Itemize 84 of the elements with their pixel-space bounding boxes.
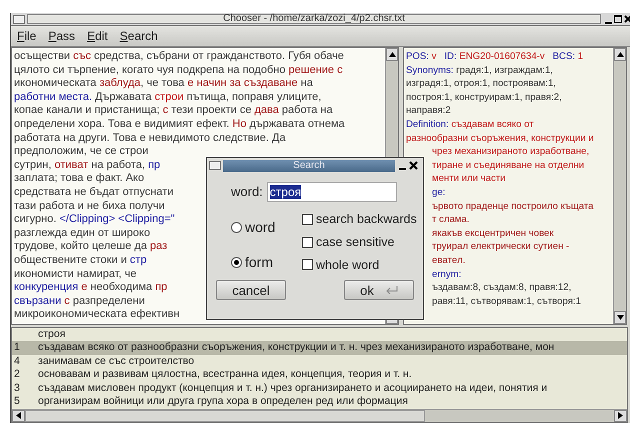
sense-number: 2 bbox=[13, 368, 21, 382]
info-line: Synonyms: градя:1, изграждам:1, bbox=[406, 64, 553, 78]
info-line: ge: bbox=[432, 186, 446, 200]
header-word: строя bbox=[37, 328, 66, 341]
text-line: копае канали и пристанища; с тези проекти се дава работа на bbox=[14, 104, 333, 118]
word-field[interactable]: строя bbox=[266, 182, 397, 202]
info-line: ървото праденце построило къщата bbox=[432, 200, 594, 214]
sense-number: 4 bbox=[13, 354, 21, 368]
text-line: предположим, че се строи bbox=[14, 145, 148, 159]
text-line: работни места. Държавата строи пътища, поправя улиците, bbox=[14, 90, 322, 104]
cancel-button[interactable]: cancel bbox=[216, 280, 286, 300]
sense-text: организирам войници или друга група хора в определен ред или формация bbox=[37, 395, 408, 408]
info-line: POS: v ID: ENG20-01607634-v BCS: 1 bbox=[406, 50, 584, 64]
info-line: равя:11, сътворявам:1, сътворя:1 bbox=[432, 294, 581, 308]
scroll-down-icon[interactable] bbox=[614, 311, 626, 324]
sense-row[interactable]: 4 занимавам се със строителство bbox=[12, 354, 627, 368]
info-line: менти или части bbox=[432, 172, 506, 186]
info-line: труирал електрически сутиен - bbox=[432, 240, 570, 254]
option-checkbox[interactable]: search backwards bbox=[302, 210, 417, 229]
window-title: Chooser - /home/zarka/zozi_4/p2.chsr.txt bbox=[223, 14, 405, 24]
text-line: сутрин, отиват на работа, пр bbox=[14, 158, 160, 172]
text-line: цялото си търпение, когато чуя подкрепа на подобно решение с bbox=[14, 64, 343, 78]
text-line: определени хора. Това е видимият ефект. Но държавата отнема bbox=[14, 118, 345, 132]
info-line: направя:2 bbox=[406, 104, 451, 118]
sense-text: занимавам се със строителство bbox=[37, 354, 194, 368]
close-icon[interactable] bbox=[624, 15, 630, 23]
text-line: разглежда един от широко bbox=[14, 226, 150, 240]
sense-number: 3 bbox=[13, 382, 21, 395]
scroll-right-icon[interactable] bbox=[614, 410, 627, 422]
menu-item[interactable]: Edit bbox=[87, 27, 108, 45]
info-line: изградя:1, отроя:1, построявам:1, bbox=[406, 77, 556, 91]
dialog-title: Search bbox=[293, 160, 325, 170]
text-line: свързани с разпределени bbox=[14, 294, 145, 308]
scroll-left-icon[interactable] bbox=[12, 410, 25, 422]
sense-row[interactable]: 1 създавам всяко от разнообразни съоръжения, конструкции и т. н. чрез механизираното изработване, мон bbox=[12, 341, 627, 354]
info-line: построя:1, конструирам:1, правя:2, bbox=[406, 90, 562, 104]
text-line: средствата не бъдат отпуснати bbox=[14, 186, 174, 200]
sense-text: създавам мисловен продукт (концепция и т. н.) чрез организирането и асоциирането на идеи, понятия и bbox=[37, 382, 548, 395]
sense-row[interactable]: 3 създавам мисловен продукт (концепция и т. н.) чрез организирането и асоциирането на идеи, понятия и bbox=[12, 382, 627, 395]
info-line: ъздавам:8, създам:8, правя:12, bbox=[432, 281, 572, 295]
mode-radio[interactable]: form bbox=[231, 252, 302, 273]
text-line: трудове, който целеше да раз bbox=[14, 240, 168, 254]
info-line: ernym: bbox=[432, 268, 462, 282]
text-line: икономисти намират, че bbox=[14, 268, 137, 282]
text-line: конкуренция е необходима пр bbox=[14, 281, 168, 295]
sense-row[interactable]: 2 основавам и развивам цялостна, всестранна идея, концепция, теория и т. н. bbox=[12, 368, 627, 382]
text-line: икономическата заблуда, че това е начин за създаване на bbox=[14, 77, 313, 91]
return-icon bbox=[386, 286, 398, 294]
sense-number: 5 bbox=[13, 395, 21, 408]
text-line: осъществи със средства, събрани от гражданството. Губя обаче bbox=[14, 50, 344, 64]
text-line: тази работа и не биха получи bbox=[14, 200, 165, 214]
text-line: заплата; това е факт. Ако bbox=[14, 172, 144, 186]
text-line: сигурно. </Clipping> <Clipping=" bbox=[14, 213, 175, 227]
sense-text: създавам всяко от разнообразни съоръжения, конструкции и т. н. чрез механизираното изработване, мон bbox=[37, 341, 554, 354]
minimize-icon[interactable] bbox=[605, 22, 612, 24]
sense-text: основавам и развивам цялостна, всестранна идея, концепция, теория и т. н. bbox=[37, 368, 412, 382]
text-line: работата на други. Това е невидимото следствие. Да bbox=[14, 132, 286, 146]
info-line: Definition: създавам всяко от bbox=[406, 118, 534, 132]
scrollbar[interactable] bbox=[613, 48, 626, 324]
info-line: т слама. bbox=[432, 213, 470, 227]
scroll-up-icon[interactable] bbox=[386, 48, 398, 61]
close-icon[interactable] bbox=[409, 161, 418, 170]
horizontal-scrollbar[interactable] bbox=[12, 408, 627, 422]
sense-number: 1 bbox=[13, 341, 21, 354]
option-checkbox[interactable]: whole word bbox=[302, 256, 417, 274]
text-line: микроикономическата ефективн bbox=[14, 308, 180, 322]
menu-item[interactable]: File bbox=[17, 27, 36, 45]
option-checkbox[interactable]: case sensitive bbox=[302, 232, 417, 252]
maximize-icon[interactable] bbox=[614, 15, 622, 23]
window-menu-icon[interactable] bbox=[209, 161, 221, 170]
ok-button[interactable]: ok bbox=[344, 280, 414, 300]
info-line: чрез механизираното изработване, bbox=[432, 145, 590, 159]
info-line: еватeл. bbox=[432, 254, 466, 268]
menu-item[interactable]: Search bbox=[120, 27, 158, 45]
window-menu-icon[interactable] bbox=[13, 14, 25, 24]
text-line: обществените стоки и стр bbox=[14, 254, 147, 268]
mode-radio[interactable]: word bbox=[231, 217, 302, 238]
sense-row[interactable]: 5 организирам войници или друга група хора в определен ред или формация bbox=[12, 395, 627, 408]
word-label: word: bbox=[231, 183, 263, 202]
info-line: тиране и съединяване на отделни bbox=[432, 158, 584, 172]
info-line: разнообразни съоръжения, конструкции и bbox=[406, 132, 594, 146]
scroll-up-icon[interactable] bbox=[614, 48, 626, 61]
info-line: якакъв ексцентричен човек bbox=[432, 226, 554, 240]
menu-item[interactable]: Pass bbox=[48, 27, 76, 45]
